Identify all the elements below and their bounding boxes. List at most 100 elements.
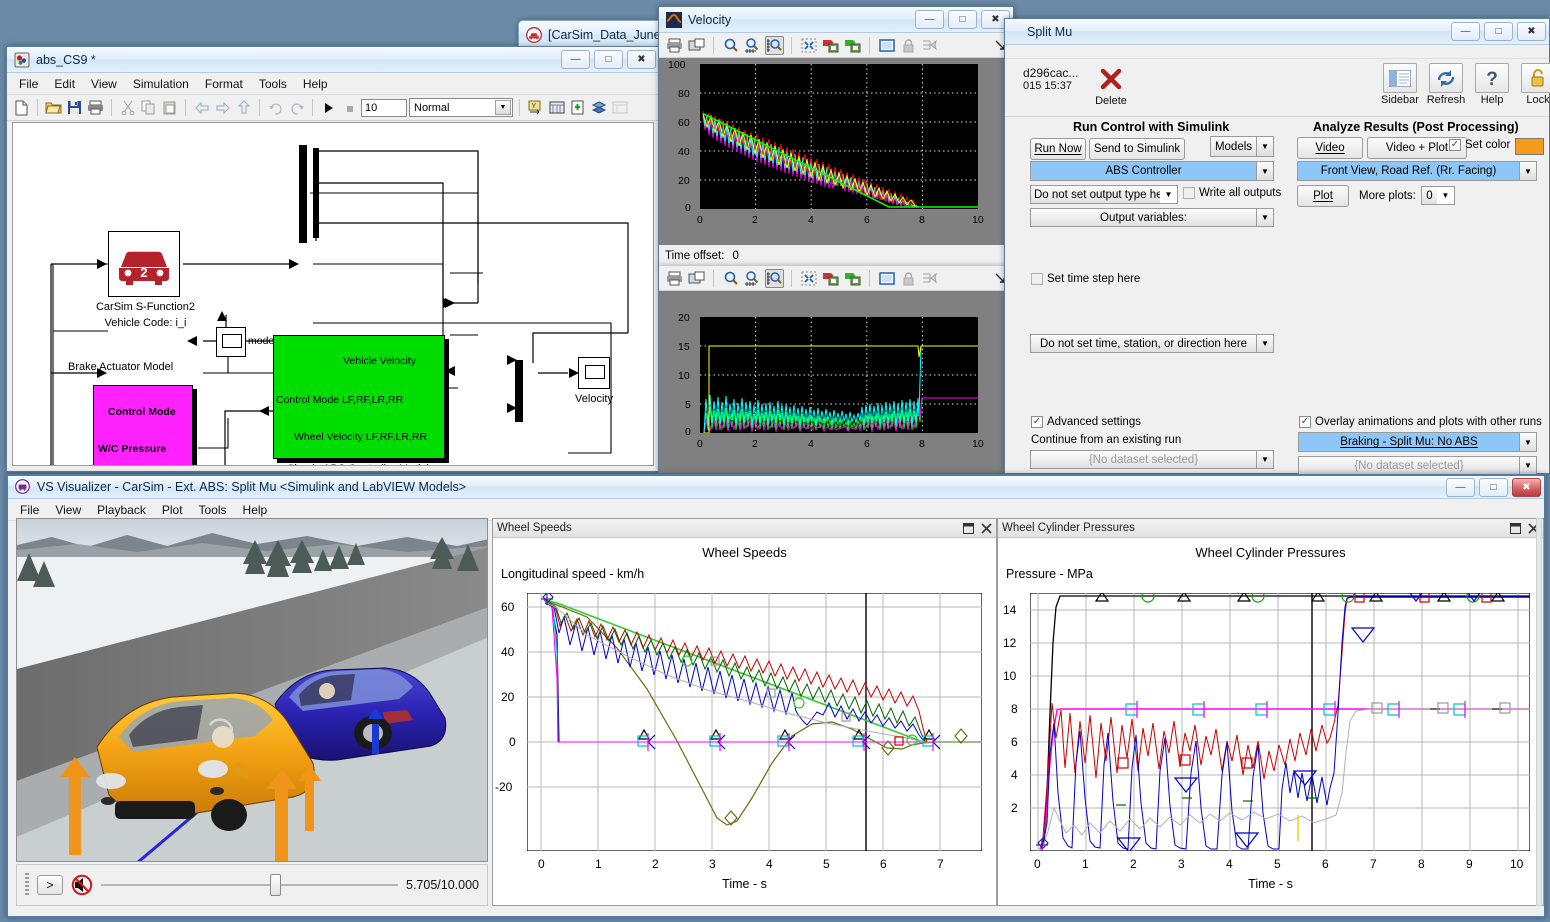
chevron-down-icon[interactable]: ▼ bbox=[1437, 187, 1454, 204]
stop-time-input[interactable]: 10 bbox=[361, 99, 407, 117]
mode-scope-plot[interactable] bbox=[700, 317, 978, 433]
minimize-button[interactable]: — bbox=[561, 50, 590, 69]
set-color-swatch[interactable] bbox=[1515, 138, 1544, 155]
restore-axes-green-icon[interactable] bbox=[843, 36, 862, 55]
open-folder-icon[interactable] bbox=[44, 98, 63, 117]
video-button[interactable]: Video bbox=[1297, 137, 1363, 159]
run-now-button[interactable]: Run Now bbox=[1030, 138, 1086, 160]
minimize-button[interactable]: — bbox=[915, 10, 944, 29]
menu-view[interactable]: View bbox=[47, 501, 89, 519]
set-time-step-checkbox[interactable]: Set time step here bbox=[1031, 273, 1140, 285]
menu-simulation[interactable]: Simulation bbox=[125, 75, 197, 93]
save-icon[interactable] bbox=[65, 98, 84, 117]
zoom-x-icon[interactable] bbox=[743, 36, 762, 55]
velocity-scope-plot[interactable] bbox=[700, 64, 978, 209]
lock-button[interactable]: Lock bbox=[1517, 63, 1550, 106]
menu-help[interactable]: Help bbox=[235, 501, 276, 519]
menu-format[interactable]: Format bbox=[197, 75, 251, 93]
autoscale-icon[interactable] bbox=[799, 269, 818, 288]
maximize-button[interactable]: □ bbox=[1484, 22, 1513, 41]
playback-grip[interactable] bbox=[25, 873, 29, 897]
restore-axes-green-icon[interactable] bbox=[843, 269, 862, 288]
velocity-scope-window[interactable]: Velocity — □ ✖ bbox=[658, 6, 1014, 268]
zoom-y-icon[interactable] bbox=[765, 36, 784, 55]
print-icon[interactable] bbox=[86, 98, 105, 117]
save-axes-red-icon[interactable] bbox=[821, 36, 840, 55]
help-button[interactable]: ? Help bbox=[1471, 63, 1513, 106]
chevron-down-icon[interactable]: ▼ bbox=[1160, 186, 1177, 203]
playback-slider[interactable] bbox=[101, 875, 398, 895]
menu-file[interactable]: File bbox=[11, 75, 46, 93]
refresh-button[interactable]: Refresh bbox=[1425, 63, 1467, 106]
menu-plot[interactable]: Plot bbox=[154, 501, 191, 519]
mode-scope-toolbar[interactable] bbox=[659, 266, 1013, 291]
write-all-outputs-checkbox[interactable]: Write all outputs bbox=[1183, 187, 1281, 199]
zoom-in-icon[interactable] bbox=[721, 269, 740, 288]
parameters-icon[interactable] bbox=[877, 36, 896, 55]
save-axes-red-icon[interactable] bbox=[821, 269, 840, 288]
parameters-icon[interactable] bbox=[877, 269, 896, 288]
velocity-scope-titlebar[interactable]: Velocity — □ ✖ bbox=[659, 7, 1013, 33]
splitmu-titlebar[interactable]: Split Mu — □ ✖ bbox=[1005, 19, 1549, 45]
output-variables-dropdown[interactable]: Output variables: ▼ bbox=[1030, 208, 1274, 227]
wheel-pressures-header[interactable]: Wheel Cylinder Pressures bbox=[998, 519, 1543, 538]
close-button[interactable]: ✖ bbox=[1512, 478, 1541, 497]
restore-window-icon[interactable] bbox=[1510, 523, 1521, 534]
model-browser-icon[interactable]: Y bbox=[526, 98, 545, 117]
library-icon[interactable] bbox=[589, 98, 608, 117]
slider-thumb[interactable] bbox=[270, 874, 281, 896]
new-file-icon[interactable] bbox=[12, 98, 31, 117]
send-to-simulink-button[interactable]: Send to Simulink bbox=[1089, 138, 1185, 160]
debug-icon[interactable] bbox=[568, 98, 587, 117]
mode-scope-window[interactable]: 20 15 10 5 0 0 2 4 6 8 10 bbox=[658, 266, 1014, 474]
menu-tools[interactable]: Tools bbox=[191, 501, 235, 519]
more-plots-dropdown[interactable]: 0 ▼ bbox=[1421, 186, 1455, 205]
maximize-button[interactable]: □ bbox=[594, 50, 623, 69]
run-play-icon[interactable] bbox=[319, 98, 338, 117]
overlay-second-dropdown[interactable]: {No dataset selected} ▼ bbox=[1298, 456, 1537, 475]
wheel-speeds-plot-area[interactable] bbox=[527, 593, 982, 851]
maximize-button[interactable]: □ bbox=[1479, 478, 1508, 497]
menu-file[interactable]: File bbox=[12, 501, 47, 519]
zoom-y-icon[interactable] bbox=[765, 269, 784, 288]
chevron-down-icon[interactable]: ▼ bbox=[1519, 433, 1536, 451]
simulink-menubar[interactable]: File Edit View Simulation Format Tools H… bbox=[7, 73, 659, 95]
update-diagram-icon[interactable] bbox=[547, 98, 566, 117]
print-icon[interactable] bbox=[665, 269, 684, 288]
output-type-dropdown[interactable]: Do not set output type here ▼ bbox=[1030, 185, 1178, 204]
sidebar-button[interactable]: Sidebar bbox=[1379, 63, 1421, 106]
simulation-mode-select[interactable]: Normal ▼ bbox=[409, 98, 513, 117]
carsim-splitmu-window[interactable]: Split Mu — □ ✖ d296cac... 015 15:37 Dele… bbox=[1004, 18, 1550, 474]
chevron-down-icon[interactable]: ▼ bbox=[1256, 137, 1273, 156]
zoom-in-icon[interactable] bbox=[721, 36, 740, 55]
close-icon[interactable] bbox=[981, 523, 992, 534]
chevron-down-icon[interactable]: ▼ bbox=[1519, 162, 1536, 180]
chevron-down-icon[interactable]: ▼ bbox=[1519, 457, 1536, 474]
models-dropdown[interactable]: Models ▼ bbox=[1210, 136, 1274, 157]
close-button[interactable]: ✖ bbox=[1517, 22, 1546, 41]
animation-viewport[interactable] bbox=[16, 518, 488, 862]
zoom-x-icon[interactable] bbox=[743, 269, 762, 288]
chevron-down-icon[interactable]: ▼ bbox=[1256, 162, 1273, 180]
chevron-down-icon[interactable]: ▼ bbox=[495, 100, 511, 115]
minimize-button[interactable]: — bbox=[1451, 22, 1480, 41]
menu-help[interactable]: Help bbox=[295, 75, 336, 93]
splitmu-toolbar[interactable]: d296cac... 015 15:37 Delete Sidebar Re bbox=[1005, 59, 1549, 117]
vsvis-scrollbar[interactable] bbox=[1536, 518, 1542, 906]
overlay-run-dropdown[interactable]: Braking - Split Mu: No ABS ▼ bbox=[1298, 432, 1537, 452]
delete-dataset-button[interactable]: Delete bbox=[1090, 64, 1132, 107]
time-station-direction-dropdown[interactable]: Do not set time, station, or direction h… bbox=[1030, 334, 1274, 353]
menu-edit[interactable]: Edit bbox=[46, 75, 83, 93]
velocity-scope-toolbar[interactable] bbox=[659, 33, 1013, 58]
simulink-toolbar[interactable]: 10 Normal ▼ Y bbox=[7, 95, 659, 121]
model-select-dropdown[interactable]: ABS Controller ▼ bbox=[1030, 161, 1274, 181]
menu-tools[interactable]: Tools bbox=[251, 75, 295, 93]
wheel-pressures-plot-area[interactable] bbox=[1030, 593, 1530, 851]
simulink-titlebar[interactable]: abs_CS9 * — □ ✖ bbox=[7, 47, 659, 73]
simulink-model-window[interactable]: abs_CS9 * — □ ✖ File Edit View Simulatio… bbox=[6, 46, 660, 472]
view-select-dropdown[interactable]: Front View, Road Ref. (Rr. Facing) ▼ bbox=[1297, 161, 1537, 181]
print-preview-icon[interactable] bbox=[687, 269, 706, 288]
close-button[interactable]: ✖ bbox=[627, 50, 656, 69]
print-icon[interactable] bbox=[665, 36, 684, 55]
playback-controls[interactable]: > 5.705/10.000 bbox=[16, 864, 488, 906]
